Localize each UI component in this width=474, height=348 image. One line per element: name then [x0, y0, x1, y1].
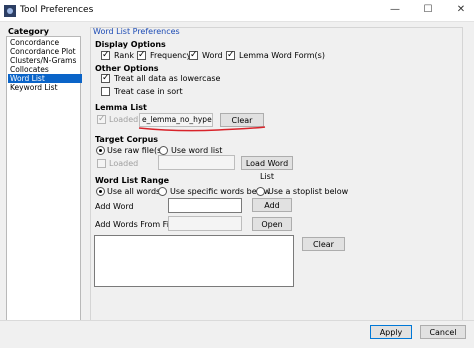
sidebar-item-keyword-list[interactable]: Keyword List — [8, 83, 82, 92]
open-button[interactable]: Open — [252, 217, 292, 231]
raw-files-radio[interactable] — [96, 146, 105, 155]
sidebar-item-clusters[interactable]: Clusters/N-Grams — [8, 56, 82, 65]
add-word-label: Add Word — [95, 202, 134, 211]
add-from-file-label: Add Words From File — [95, 220, 177, 229]
maximize-icon[interactable]: ☐ — [421, 3, 435, 17]
all-words-label: Use all words — [107, 187, 161, 196]
case-sort-checkbox[interactable] — [101, 87, 110, 96]
apply-button[interactable]: Apply — [370, 325, 412, 339]
rank-label: Rank — [114, 51, 134, 60]
lemma-forms-label: Lemma Word Form(s) — [239, 51, 325, 60]
corpus-file-field — [158, 155, 235, 170]
category-list: Concordance Concordance Plot Clusters/N-… — [6, 36, 82, 336]
specific-words-radio[interactable] — [158, 187, 167, 196]
close-icon[interactable]: ✕ — [454, 3, 468, 17]
add-word-field[interactable] — [168, 198, 242, 213]
lemma-forms-checkbox[interactable] — [226, 50, 235, 60]
all-words-radio[interactable] — [96, 187, 105, 196]
word-list-radio[interactable] — [159, 146, 168, 155]
sidebar-item-concordance-plot[interactable]: Concordance Plot — [8, 47, 82, 56]
add-button[interactable]: Add — [252, 198, 292, 212]
word-checkbox[interactable] — [189, 50, 198, 60]
rank-checkbox[interactable] — [101, 50, 110, 60]
lemma-list-heading: Lemma List — [95, 103, 147, 112]
corpus-loaded-checkbox — [97, 159, 106, 168]
case-sort-label: Treat case in sort — [114, 87, 183, 96]
word-label: Word — [202, 51, 223, 60]
lemma-clear-button[interactable]: Clear — [220, 113, 264, 127]
panel-title: Word List Preferences — [93, 27, 180, 36]
word-list-label: Use word list — [171, 146, 223, 155]
lemma-file-field: e_lemma_no_hypen.txt — [139, 113, 213, 127]
load-word-list-button[interactable]: Load Word List — [241, 156, 293, 181]
stoplist-radio[interactable] — [256, 187, 265, 196]
app-icon — [4, 5, 16, 17]
sidebar-item-word-list[interactable]: Word List — [8, 74, 82, 83]
category-heading: Category — [8, 27, 49, 36]
sidebar-item-concordance[interactable]: Concordance — [8, 38, 82, 47]
corpus-loaded-label: Loaded — [109, 159, 139, 168]
other-options-heading: Other Options — [95, 64, 159, 73]
stoplist-label: Use a stoplist below — [268, 187, 349, 196]
word-range-clear-button[interactable]: Clear — [302, 237, 345, 251]
sidebar-item-collocates[interactable]: Collocates — [8, 65, 82, 74]
display-options-heading: Display Options — [95, 40, 166, 49]
target-corpus-heading: Target Corpus — [95, 135, 159, 144]
lemma-loaded-label: Loaded — [109, 115, 139, 124]
lemma-loaded-checkbox — [97, 114, 106, 124]
add-from-file-field — [168, 216, 242, 231]
frequency-checkbox[interactable] — [137, 50, 146, 60]
minimize-icon[interactable]: — — [388, 3, 402, 17]
lowercase-checkbox[interactable] — [101, 73, 110, 83]
red-underline-annotation — [138, 126, 266, 132]
lowercase-label: Treat all data as lowercase — [114, 74, 221, 83]
title-bar: Tool Preferences — ☐ ✕ — [0, 0, 474, 22]
word-list-textarea[interactable] — [94, 235, 294, 287]
raw-files-label: Use raw file(s) — [107, 146, 165, 155]
frequency-label: Frequency — [150, 51, 192, 60]
window-title: Tool Preferences — [20, 5, 94, 15]
word-list-range-heading: Word List Range — [95, 176, 170, 185]
cancel-button[interactable]: Cancel — [420, 325, 466, 339]
